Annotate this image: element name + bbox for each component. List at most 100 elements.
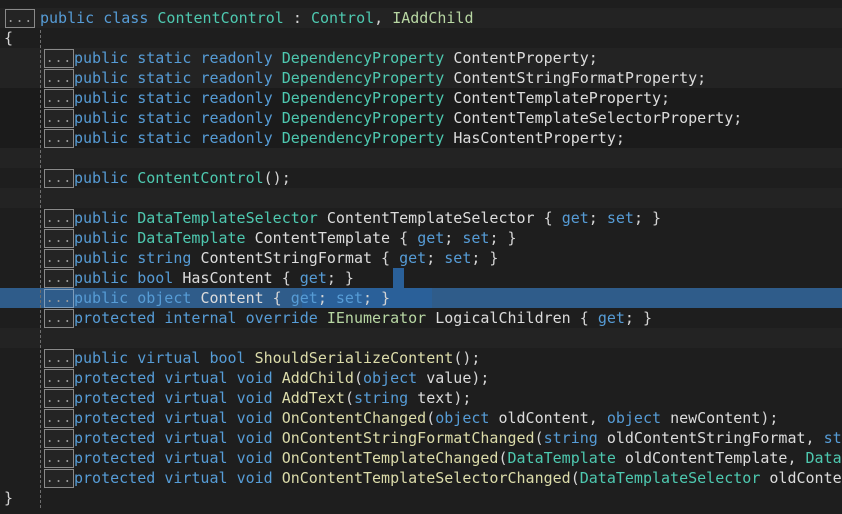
code-line-text: public static readonly DependencyPropert… <box>74 48 598 68</box>
code-line-text: protected virtual void OnContentChanged(… <box>74 408 778 428</box>
code-token-pun <box>273 449 282 467</box>
fold-placeholder-icon[interactable]: ... <box>44 69 74 88</box>
code-token-kw: static <box>137 49 192 67</box>
code-token-kw: protected <box>74 309 156 327</box>
code-token-pun <box>128 209 137 227</box>
code-token-typ: DataTemplateSelector <box>579 469 761 487</box>
editor-line-background <box>0 328 842 348</box>
code-token-pun <box>128 289 137 307</box>
code-token-kw: public <box>74 229 129 247</box>
fold-placeholder-icon[interactable]: ... <box>44 129 74 148</box>
code-line-text: public static readonly DependencyPropert… <box>74 108 742 128</box>
code-line-text: public static readonly DependencyPropert… <box>74 88 670 108</box>
fold-placeholder-icon[interactable]: ... <box>44 109 74 128</box>
fold-placeholder-icon[interactable]: ... <box>44 229 74 248</box>
code-token-pun: ( <box>426 409 436 427</box>
code-token-kw: string <box>543 429 598 447</box>
code-token-meth: OnContentStringFormatChanged <box>281 429 535 447</box>
code-token-pun: , <box>787 449 806 467</box>
code-token-kw: object <box>363 369 418 387</box>
code-token-kw: protected <box>74 469 156 487</box>
code-token-kw: set <box>462 229 490 247</box>
fold-placeholder-icon[interactable]: ... <box>44 49 74 68</box>
code-token-typ: DependencyProperty <box>281 89 445 107</box>
code-token-kw: void <box>236 469 273 487</box>
code-token-kw: string <box>823 429 842 447</box>
fold-placeholder-icon[interactable]: ... <box>44 389 74 408</box>
code-token-pun <box>128 89 137 107</box>
code-token-kw: readonly <box>200 129 273 147</box>
code-token-pun: { <box>570 309 598 327</box>
fold-placeholder-icon[interactable]: ... <box>44 209 74 228</box>
fold-placeholder-icon[interactable]: ... <box>44 469 74 488</box>
code-token-pun <box>444 89 453 107</box>
code-token-pun <box>128 249 137 267</box>
code-token-pun: , <box>374 9 393 27</box>
code-token-pun: { <box>390 229 418 247</box>
code-token-id: ContentTemplate <box>254 229 391 247</box>
code-token-typ: DependencyProperty <box>281 129 445 147</box>
code-token-pun <box>228 429 237 447</box>
code-token-pun <box>228 389 237 407</box>
code-line-text: public DataTemplate ContentTemplate { ge… <box>74 228 517 248</box>
fold-placeholder-icon[interactable]: ... <box>44 369 74 388</box>
code-token-typ: DataTemplate <box>507 449 616 467</box>
fold-placeholder-icon[interactable]: ... <box>44 429 74 448</box>
caret-block-hascontent <box>393 268 404 288</box>
fold-placeholder-icon[interactable]: ... <box>44 249 74 268</box>
code-token-kw: get <box>299 269 327 287</box>
code-token-pun <box>155 369 164 387</box>
code-token-kw: public <box>74 69 129 87</box>
fold-placeholder-icon[interactable]: ... <box>44 269 74 288</box>
code-token-iface: IAddChild <box>392 9 474 27</box>
code-token-id: ContentProperty <box>453 49 589 67</box>
code-token-pun: , <box>805 429 824 447</box>
code-token-pun: ; <box>426 249 445 267</box>
code-token-pun <box>426 309 435 327</box>
code-token-pun: ; } <box>326 269 354 287</box>
code-token-kw: class <box>103 9 149 27</box>
fold-placeholder-icon[interactable]: ... <box>44 289 74 308</box>
code-token-id: oldContentTemplateSelector <box>769 469 842 487</box>
code-line-text: protected virtual void AddChild(object v… <box>74 368 489 388</box>
code-token-pun <box>128 69 137 87</box>
code-token-pun: ; <box>444 229 463 247</box>
fold-placeholder-icon[interactable]: ... <box>44 409 74 428</box>
code-token-kw: set <box>444 249 472 267</box>
code-token-kw: readonly <box>200 89 273 107</box>
code-token-pun: (); <box>453 349 481 367</box>
code-token-id: Content <box>200 289 264 307</box>
fold-placeholder-icon[interactable]: ... <box>44 449 74 468</box>
code-line-text: } <box>4 488 13 508</box>
code-token-id: ContentStringFormatProperty <box>453 69 698 87</box>
code-token-kw: string <box>353 389 409 407</box>
code-line-text: public static readonly DependencyPropert… <box>74 128 625 148</box>
code-token-id: HasContent <box>182 269 273 287</box>
fold-placeholder-icon[interactable]: ... <box>44 309 74 328</box>
code-token-pun <box>598 429 607 447</box>
code-token-kw: public <box>74 109 129 127</box>
code-token-typ: DependencyProperty <box>281 49 445 67</box>
code-token-id: ContentStringFormat <box>200 249 373 267</box>
code-token-pun <box>228 409 237 427</box>
code-token-kw: get <box>399 249 427 267</box>
code-line-text: public virtual bool ShouldSerializeConte… <box>74 348 480 368</box>
code-line-text: public static readonly DependencyPropert… <box>74 68 706 88</box>
code-token-pun <box>273 409 282 427</box>
code-token-pun <box>273 429 282 447</box>
fold-placeholder-icon[interactable]: ... <box>44 169 74 188</box>
code-token-kw: virtual <box>164 369 228 387</box>
code-token-id: value <box>426 369 472 387</box>
code-token-kw: static <box>137 89 192 107</box>
code-token-kw: virtual <box>137 349 201 367</box>
fold-placeholder-icon[interactable]: ... <box>5 9 35 28</box>
code-token-kw: string <box>137 249 192 267</box>
fold-placeholder-icon[interactable]: ... <box>44 89 74 108</box>
fold-placeholder-icon[interactable]: ... <box>44 349 74 368</box>
code-token-meth: OnContentChanged <box>281 409 427 427</box>
code-editor-canvas[interactable]: ........................................… <box>0 0 842 514</box>
code-token-meth: AddChild <box>281 369 354 387</box>
code-line-text: public string ContentStringFormat { get;… <box>74 248 498 268</box>
code-token-kw: protected <box>74 449 156 467</box>
code-line-text: protected virtual void AddText(string te… <box>74 388 471 408</box>
